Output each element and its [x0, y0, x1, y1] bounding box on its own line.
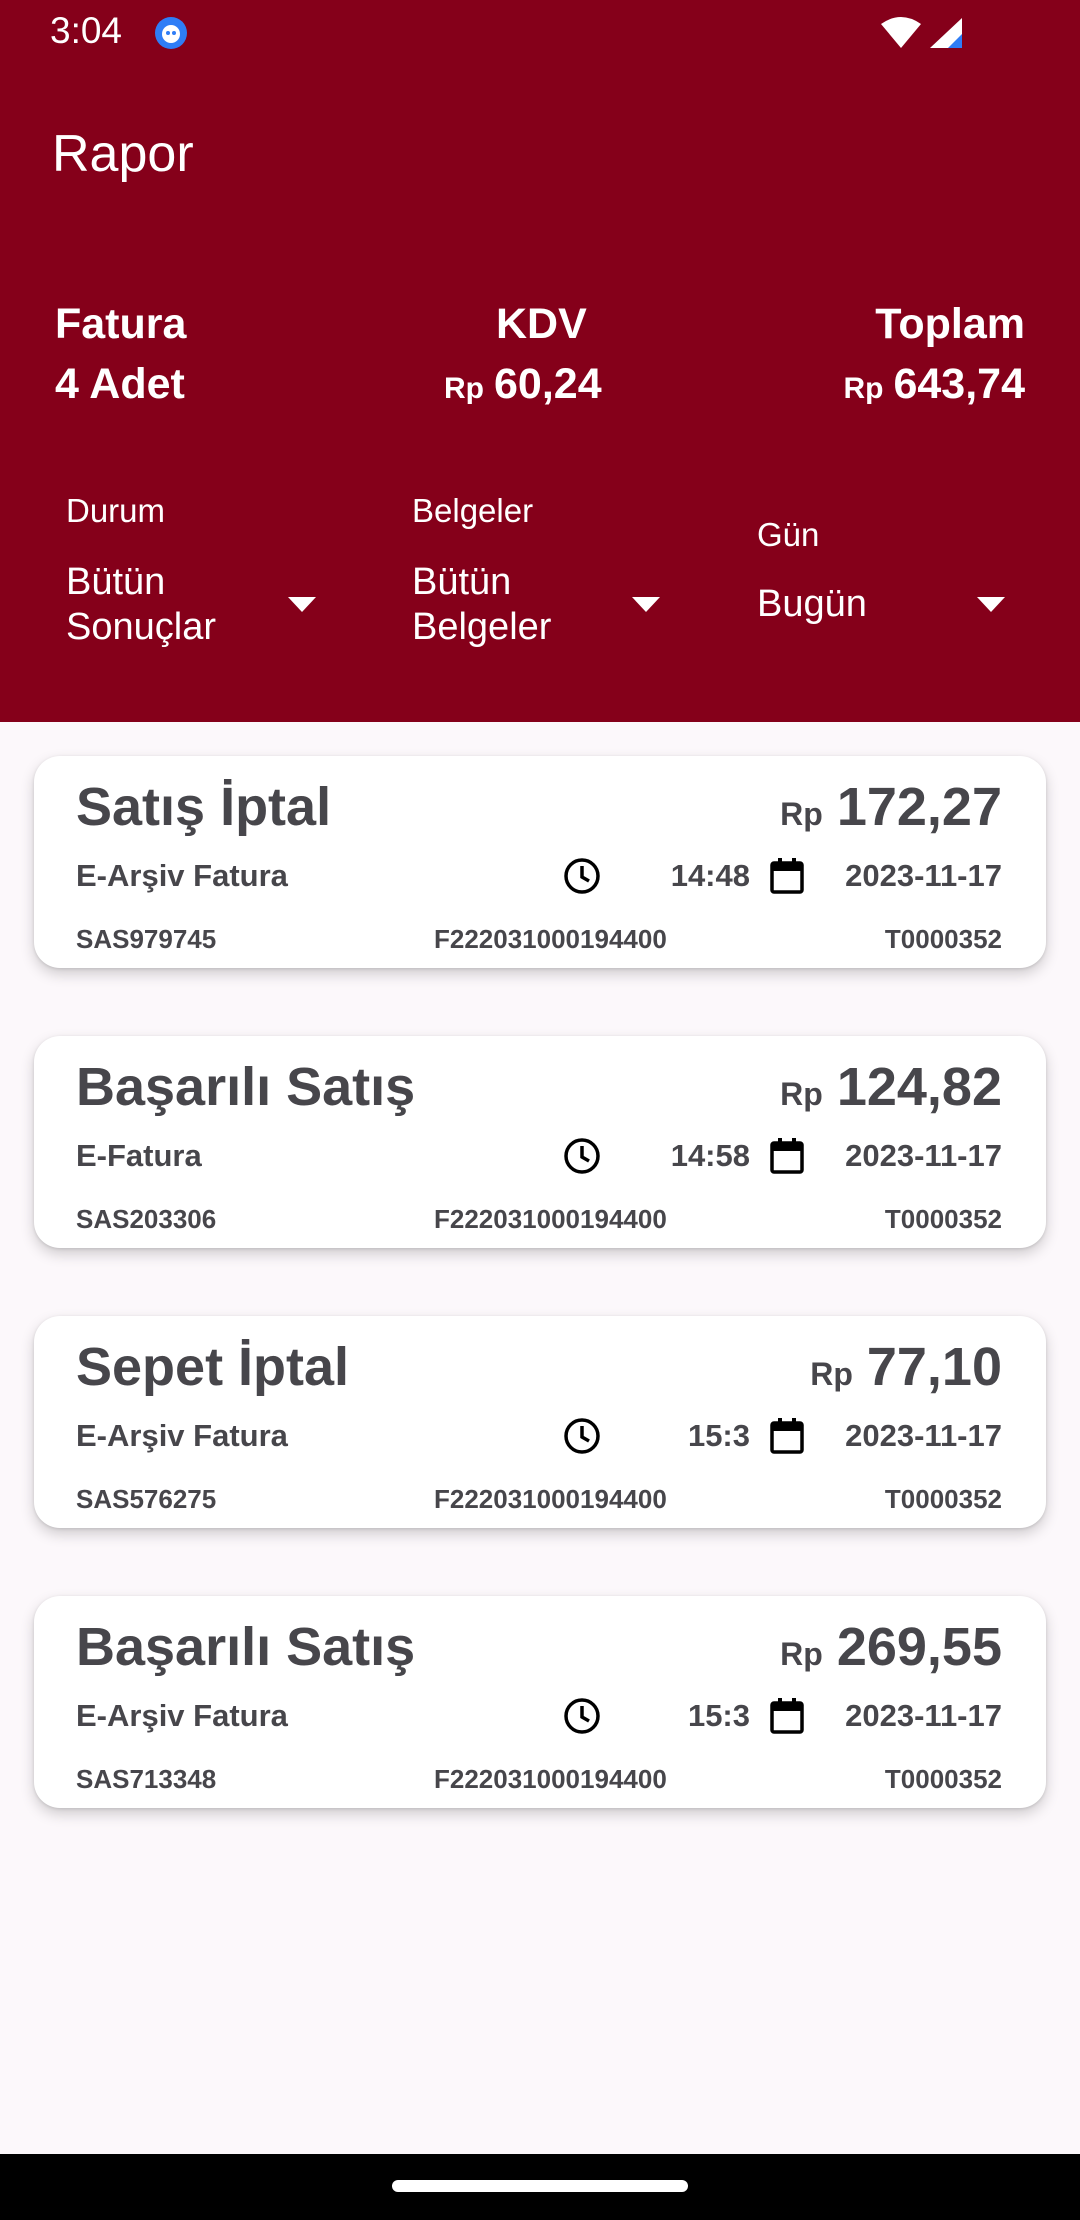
- transaction-code: SAS979745: [76, 924, 217, 954]
- transaction-currency: Rp: [780, 1636, 823, 1672]
- transaction-card[interactable]: Satış İptal Rp 172,27 E-Arşiv Fatura 14:4…: [34, 756, 1046, 968]
- transaction-doc-type: E-Arşiv Fatura: [76, 1698, 288, 1733]
- transaction-code: SAS203306: [76, 1204, 217, 1234]
- transaction-status: Başarılı Satış: [76, 1617, 416, 1677]
- home-gesture-handle[interactable]: [392, 2180, 688, 2192]
- app-header: 3:04 Rapor Fatura 4 Adet KDV Rp 60,24 Top…: [0, 0, 1080, 722]
- transaction-amount: Rp 124,82: [780, 1056, 1002, 1118]
- transaction-invoice-number: F222031000194400: [434, 1764, 667, 1794]
- durum-filter-value[interactable]: Bütün Sonuçlar: [66, 560, 296, 650]
- transaction-doc-type: E-Arşiv Fatura: [76, 1418, 288, 1453]
- transaction-amount-value: 172,27: [836, 777, 1002, 837]
- transaction-invoice-number: F222031000194400: [434, 1204, 667, 1234]
- transaction-amount: Rp 269,55: [780, 1616, 1002, 1678]
- system-navigation-bar: [0, 2154, 1080, 2220]
- transaction-code: SAS713348: [76, 1764, 217, 1794]
- app-notification-icon: [155, 17, 187, 49]
- transaction-invoice-number: F222031000194400: [434, 924, 667, 954]
- transaction-currency: Rp: [810, 1356, 853, 1392]
- clock-icon: [564, 1698, 600, 1734]
- transaction-amount-value: 77,10: [866, 1337, 1002, 1397]
- transaction-amount: Rp 77,10: [810, 1336, 1002, 1398]
- fatura-label: Fatura: [55, 300, 187, 348]
- belgeler-filter-label: Belgeler: [412, 492, 534, 529]
- transaction-status: Başarılı Satış: [76, 1057, 416, 1117]
- transaction-terminal: T0000352: [884, 924, 1002, 954]
- transaction-invoice-number: F222031000194400: [434, 1484, 667, 1514]
- transaction-currency: Rp: [780, 796, 823, 832]
- transaction-date: 2023-11-17: [845, 1138, 1002, 1173]
- transaction-doc-type: E-Fatura: [76, 1138, 202, 1173]
- transaction-time: 14:48: [670, 858, 750, 893]
- transaction-terminal: T0000352: [884, 1484, 1002, 1514]
- calendar-icon: [770, 1138, 804, 1174]
- clock-icon: [564, 858, 600, 894]
- transaction-amount: Rp 172,27: [780, 776, 1002, 838]
- fatura-count: 4 Adet: [55, 360, 185, 408]
- transaction-date: 2023-11-17: [845, 1418, 1002, 1453]
- calendar-icon: [770, 1418, 804, 1454]
- wifi-icon: [881, 17, 921, 48]
- clock-icon: [564, 1138, 600, 1174]
- transaction-doc-type: E-Arşiv Fatura: [76, 858, 288, 893]
- durum-filter-label: Durum: [66, 492, 166, 529]
- transaction-card[interactable]: Başarılı Satış Rp 124,82 E-Fatura 14:58 2…: [34, 1036, 1046, 1248]
- durum-dropdown-icon[interactable]: [288, 597, 316, 612]
- transaction-status: Sepet İptal: [76, 1337, 350, 1397]
- transaction-terminal: T0000352: [884, 1764, 1002, 1794]
- transaction-amount-value: 124,82: [836, 1057, 1002, 1117]
- toplam-amount: 643,74: [893, 360, 1025, 408]
- belgeler-filter-value[interactable]: Bütün Belgeler: [412, 560, 642, 650]
- status-time: 3:04: [50, 10, 123, 51]
- toplam-label: Toplam: [875, 300, 1025, 348]
- transaction-amount-value: 269,55: [836, 1617, 1002, 1677]
- belgeler-dropdown-icon[interactable]: [632, 597, 660, 612]
- calendar-icon: [770, 858, 804, 894]
- kdv-amount: 60,24: [494, 360, 602, 408]
- toplam-value: Rp 643,74: [843, 360, 1025, 409]
- cell-signal-icon: [930, 18, 962, 48]
- transaction-time: 15:3: [687, 1698, 750, 1733]
- gun-filter-label: Gün: [757, 516, 820, 553]
- gun-dropdown-icon[interactable]: [977, 597, 1005, 612]
- transaction-time: 15:3: [687, 1418, 750, 1453]
- page-title: Rapor: [52, 125, 194, 183]
- transaction-date: 2023-11-17: [845, 1698, 1002, 1733]
- clock-icon: [564, 1418, 600, 1454]
- transaction-status: Satış İptal: [76, 777, 332, 837]
- transaction-card[interactable]: Sepet İptal Rp 77,10 E-Arşiv Fatura 15:3 …: [34, 1316, 1046, 1528]
- kdv-label: KDV: [496, 300, 587, 348]
- transaction-date: 2023-11-17: [845, 858, 1002, 893]
- transaction-code: SAS576275: [76, 1484, 217, 1514]
- gun-filter-value[interactable]: Bugün: [757, 582, 987, 627]
- transaction-time: 14:58: [670, 1138, 750, 1173]
- transaction-terminal: T0000352: [884, 1204, 1002, 1234]
- kdv-value: Rp 60,24: [444, 360, 602, 409]
- kdv-currency: Rp: [444, 372, 484, 405]
- status-bar: 3:04: [0, 0, 1080, 66]
- calendar-icon: [770, 1698, 804, 1734]
- transaction-card[interactable]: Başarılı Satış Rp 269,55 E-Arşiv Fatura 1…: [34, 1596, 1046, 1808]
- transaction-currency: Rp: [780, 1076, 823, 1112]
- toplam-currency: Rp: [843, 372, 884, 405]
